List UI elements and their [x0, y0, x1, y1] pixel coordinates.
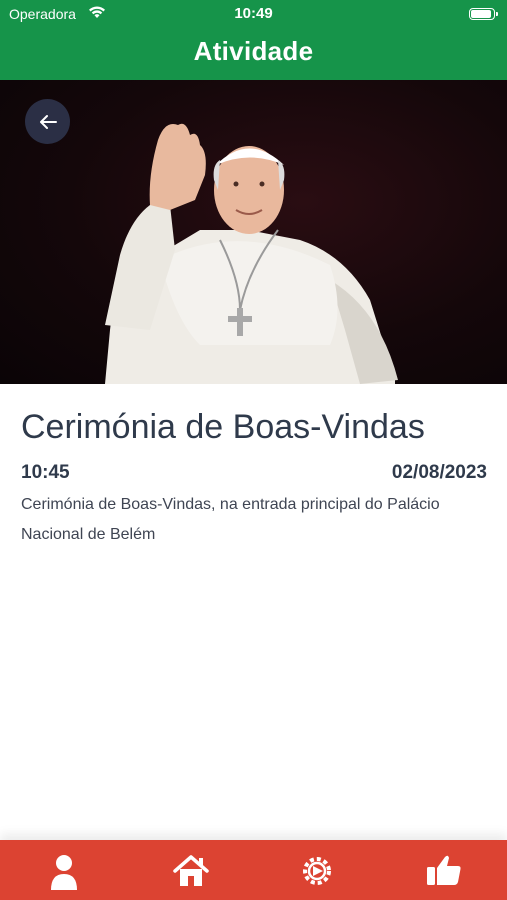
gear-icon — [303, 857, 331, 885]
battery-level — [471, 10, 491, 18]
arrow-left-icon — [39, 114, 57, 129]
page-title: Atividade — [193, 36, 314, 66]
event-time: 10:45 — [21, 462, 70, 483]
event-description: Cerimónia de Boas-Vindas, na entrada pri… — [21, 496, 440, 543]
hero-image — [0, 80, 507, 384]
event-title: Cerimónia de Boas-Vindas — [21, 408, 425, 446]
status-clock: 10:49 — [234, 5, 273, 22]
tab-likes[interactable] — [424, 854, 464, 894]
tab-home[interactable] — [171, 854, 211, 894]
thumbs-up-icon — [427, 855, 461, 885]
back-button[interactable] — [25, 99, 70, 144]
tab-profile[interactable] — [44, 854, 84, 894]
battery-icon — [469, 8, 498, 20]
app-header: Operadora 10:49 Atividade — [0, 0, 507, 80]
home-icon — [173, 855, 209, 886]
person-icon — [51, 855, 77, 890]
pope-waving-photo — [105, 123, 398, 384]
bottom-tab-bar — [0, 840, 507, 900]
status-bar: Operadora 10:49 — [0, 0, 507, 28]
event-date: 02/08/2023 — [391, 462, 487, 483]
tab-settings[interactable] — [297, 854, 337, 894]
